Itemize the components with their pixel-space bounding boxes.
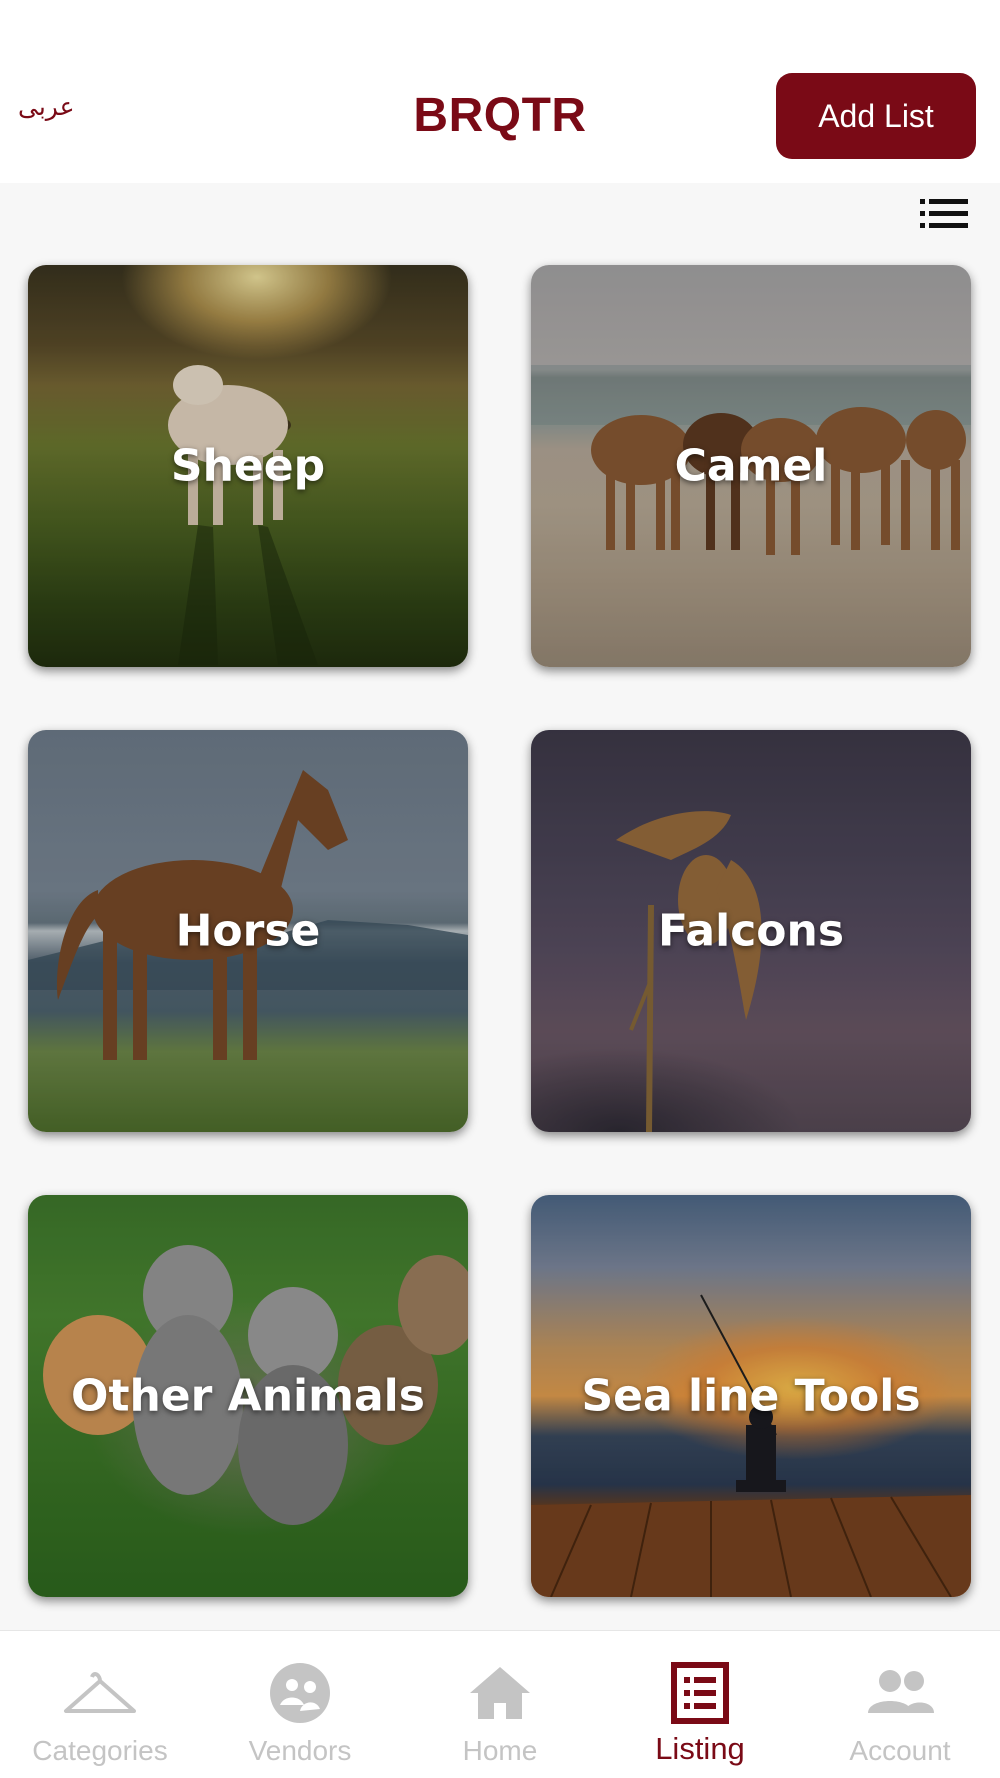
nav-label: Home [462,1735,538,1766]
listing-icon [660,1661,740,1725]
list-view-icon[interactable] [918,196,970,232]
category-card-other-animals[interactable]: Other Animals [28,1195,468,1597]
nav-categories[interactable]: Categories [0,1631,200,1778]
add-list-button[interactable]: Add List [776,73,976,159]
category-label: Falcons [657,905,845,957]
hanger-icon [60,1661,140,1725]
top-header: عربى BRQTR Add List [0,0,1000,183]
brand-title-text: BRQTR [413,89,587,142]
bottom-navigation: Categories Vendors Home Listing Account [0,1630,1000,1778]
home-icon [460,1661,540,1725]
category-card-falcons[interactable]: Falcons [531,730,971,1132]
nav-listing[interactable]: Listing [600,1631,800,1778]
category-label: Sheep [170,440,326,492]
app-screen: عربى BRQTR Add List Sheep Camel Horse Fa… [0,0,1000,1778]
category-label: Sea line Tools [581,1370,921,1422]
language-toggle[interactable]: عربى [18,92,75,121]
category-card-sea-line-tools[interactable]: Sea line Tools [531,1195,971,1597]
nav-home[interactable]: Home [400,1631,600,1778]
nav-label: Categories [32,1735,168,1766]
nav-account[interactable]: Account [800,1631,1000,1778]
category-label: Horse [175,905,321,957]
category-label: Camel [674,440,828,492]
nav-vendors[interactable]: Vendors [200,1631,400,1778]
nav-label: Vendors [248,1735,352,1766]
category-label: Other Animals [71,1370,425,1422]
category-card-horse[interactable]: Horse [28,730,468,1132]
nav-label: Account [849,1735,951,1766]
category-card-camel[interactable]: Camel [531,265,971,667]
nav-label: Listing [655,1731,745,1766]
category-card-sheep[interactable]: Sheep [28,265,468,667]
vendors-icon [260,1661,340,1725]
account-icon [860,1661,940,1725]
